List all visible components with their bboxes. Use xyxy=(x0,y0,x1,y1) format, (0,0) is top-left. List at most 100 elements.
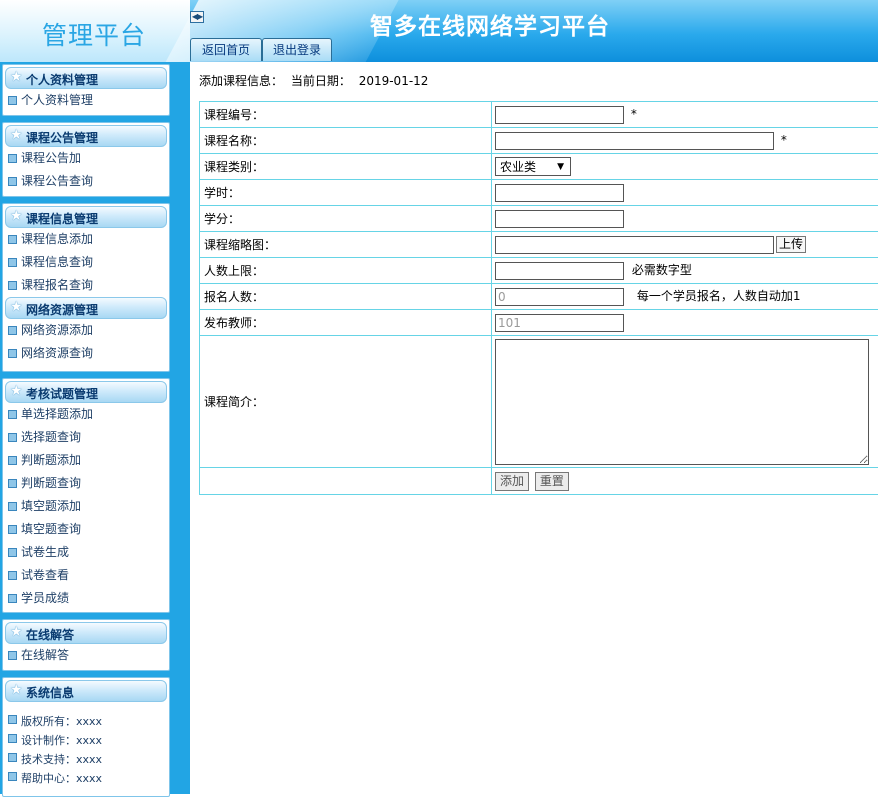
sidebar-group-system-info: ★ 系统信息 版权所有：xxxx 设计制作：xxxx 技术支持：xxxx 帮助中… xyxy=(2,677,170,797)
sidebar-group-header[interactable]: ★ 考核试题管理 xyxy=(5,381,167,403)
star-icon: ★ xyxy=(10,299,23,315)
sidebar-item-announcement-query[interactable]: 课程公告查询 xyxy=(3,170,169,193)
bullet-square-icon xyxy=(8,456,17,465)
logo-area: 管理平台 xyxy=(0,0,190,62)
reset-button[interactable]: 重置 xyxy=(535,472,569,491)
upload-button[interactable]: 上传 xyxy=(776,236,806,253)
bullet-square-icon xyxy=(8,525,17,534)
bullet-square-icon xyxy=(8,177,17,186)
sidebar-info-copyright: 版权所有：xxxx xyxy=(3,712,169,731)
sidebar-group-header[interactable]: ★ 个人资料管理 xyxy=(5,67,167,89)
enrolled-hint: 每一个学员报名，人数自动加1 xyxy=(637,289,801,303)
enrolled-count-input[interactable] xyxy=(495,288,624,306)
form-row-actions: 添加 重置 xyxy=(200,468,878,495)
form-row-hours: 学时： xyxy=(200,180,878,206)
sidebar-item-announcement-add[interactable]: 课程公告加 xyxy=(3,147,169,170)
sidebar-item-paper-generate[interactable]: 试卷生成 xyxy=(3,541,169,564)
sidebar-group-header[interactable]: ★ 在线解答 xyxy=(5,622,167,644)
sidebar-group-header[interactable]: ★ 网络资源管理 xyxy=(5,297,167,319)
hours-input[interactable] xyxy=(495,184,624,202)
form-row-intro: 课程简介： xyxy=(200,336,878,468)
sidebar-item-course-query[interactable]: 课程信息查询 xyxy=(3,251,169,274)
limit-input[interactable] xyxy=(495,262,624,280)
field-label: 课程简介： xyxy=(200,336,492,468)
course-form: 课程编号： * 课程名称： * 课程类别： 农业类 ▼ 学时： xyxy=(199,101,878,495)
date-label: 当前日期： xyxy=(291,74,351,88)
sidebar-info-design: 设计制作：xxxx xyxy=(3,731,169,750)
sidebar-group-header[interactable]: ★ 系统信息 xyxy=(5,680,167,702)
bullet-square-icon xyxy=(8,349,17,358)
field-label: 课程类别： xyxy=(200,154,492,180)
add-button[interactable]: 添加 xyxy=(495,472,529,491)
page-heading: 添加课程信息： 当前日期： 2019-01-12 xyxy=(199,72,432,89)
teacher-input[interactable] xyxy=(495,314,624,332)
sidebar-item-choice-query[interactable]: 选择题查询 xyxy=(3,426,169,449)
tab-home[interactable]: 返回首页 xyxy=(190,38,262,61)
credits-input[interactable] xyxy=(495,210,624,228)
sidebar-item-online-answer[interactable]: 在线解答 xyxy=(3,644,169,667)
sidebar-item-profile[interactable]: 个人资料管理 xyxy=(3,89,169,112)
sidebar-item-judge-add[interactable]: 判断题添加 xyxy=(3,449,169,472)
form-row-credits: 学分： xyxy=(200,206,878,232)
thumbnail-path-input[interactable] xyxy=(495,236,774,254)
bullet-square-icon xyxy=(8,281,17,290)
field-label: 课程编号： xyxy=(200,102,492,128)
bullet-square-icon xyxy=(8,715,17,724)
bullet-square-icon xyxy=(8,479,17,488)
sidebar-group-title: 考核试题管理 xyxy=(26,385,98,402)
bullet-square-icon xyxy=(8,154,17,163)
dropdown-arrow-icon: ▼ xyxy=(557,158,564,177)
sidebar-item-course-add[interactable]: 课程信息添加 xyxy=(3,228,169,251)
bullet-square-icon xyxy=(8,734,17,743)
bullet-square-icon xyxy=(8,571,17,580)
field-label: 学时： xyxy=(200,180,492,206)
sidebar-group-profile: ★ 个人资料管理 个人资料管理 xyxy=(2,64,170,116)
course-name-input[interactable] xyxy=(495,132,774,150)
sidebar-group-header[interactable]: ★ 课程公告管理 xyxy=(5,125,167,147)
collapse-toggle-icon[interactable]: ◀▶ xyxy=(190,11,204,23)
site-title: 智多在线网络学习平台 xyxy=(370,7,610,41)
form-row-limit: 人数上限： 必需数字型 xyxy=(200,258,878,284)
sidebar-item-student-scores[interactable]: 学员成绩 xyxy=(3,587,169,610)
form-row-category: 课程类别： 农业类 ▼ xyxy=(200,154,878,180)
star-icon: ★ xyxy=(10,127,23,143)
sidebar-item-resource-query[interactable]: 网络资源查询 xyxy=(3,342,169,365)
sidebar-item-single-choice-add[interactable]: 单选择题添加 xyxy=(3,403,169,426)
sidebar-item-resource-add[interactable]: 网络资源添加 xyxy=(3,319,169,342)
bullet-square-icon xyxy=(8,772,17,781)
sidebar-item-paper-view[interactable]: 试卷查看 xyxy=(3,564,169,587)
course-no-input[interactable] xyxy=(495,106,624,124)
sidebar-info-help: 帮助中心：xxxx xyxy=(3,769,169,788)
required-mark: * xyxy=(631,107,637,121)
top-header: 管理平台 ◀▶ 智多在线网络学习平台 返回首页 退出登录 xyxy=(0,0,878,62)
bullet-square-icon xyxy=(8,410,17,419)
sidebar-info-support: 技术支持：xxxx xyxy=(3,750,169,769)
tab-logout[interactable]: 退出登录 xyxy=(262,38,332,61)
intro-textarea[interactable] xyxy=(495,339,869,465)
star-icon: ★ xyxy=(10,69,23,85)
field-label: 发布教师： xyxy=(200,310,492,336)
form-row-course-no: 课程编号： * xyxy=(200,102,878,128)
form-row-teacher: 发布教师： xyxy=(200,310,878,336)
category-selected-value: 农业类 xyxy=(500,160,536,174)
form-row-thumbnail: 课程缩略图： 上传 xyxy=(200,232,878,258)
sidebar-group-course: ★ 课程信息管理 课程信息添加 课程信息查询 课程报名查询 ★ 网络资源管理 网… xyxy=(2,203,170,372)
field-label: 课程缩略图： xyxy=(200,232,492,258)
bullet-square-icon xyxy=(8,96,17,105)
sidebar-group-exam: ★ 考核试题管理 单选择题添加 选择题查询 判断题添加 判断题查询 填空题添加 … xyxy=(2,378,170,613)
bullet-square-icon xyxy=(8,235,17,244)
sidebar-group-header[interactable]: ★ 课程信息管理 xyxy=(5,206,167,228)
category-select[interactable]: 农业类 ▼ xyxy=(495,157,571,176)
sidebar-item-judge-query[interactable]: 判断题查询 xyxy=(3,472,169,495)
bullet-square-icon xyxy=(8,753,17,762)
star-icon: ★ xyxy=(10,624,23,640)
sidebar-item-enroll-query[interactable]: 课程报名查询 xyxy=(3,274,169,297)
required-mark: * xyxy=(781,133,787,147)
field-label: 学分： xyxy=(200,206,492,232)
sidebar-item-fill-add[interactable]: 填空题添加 xyxy=(3,495,169,518)
bullet-square-icon xyxy=(8,594,17,603)
sidebar-item-fill-query[interactable]: 填空题查询 xyxy=(3,518,169,541)
sidebar-group-title: 系统信息 xyxy=(26,684,74,701)
form-row-course-name: 课程名称： * xyxy=(200,128,878,154)
logo-text: 管理平台 xyxy=(42,16,146,52)
